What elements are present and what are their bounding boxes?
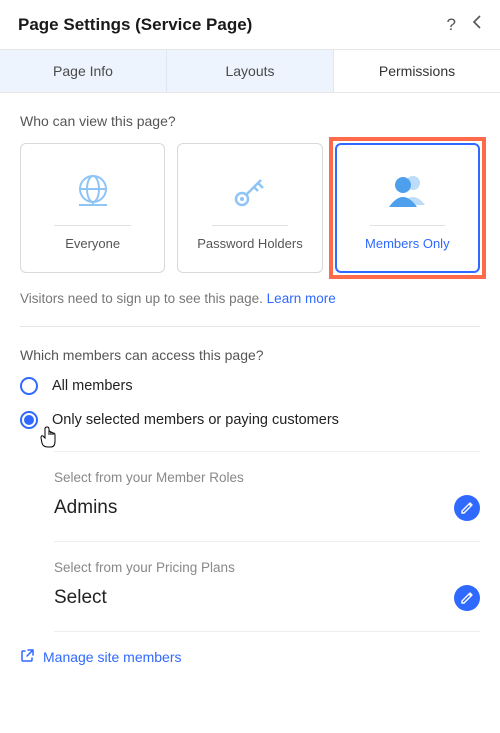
back-icon[interactable] xyxy=(472,14,482,35)
option-members-only[interactable]: Members Only xyxy=(335,143,480,273)
tabs: Page Info Layouts Permissions xyxy=(0,49,500,93)
option-members-label: Members Only xyxy=(365,236,450,251)
help-icon[interactable]: ? xyxy=(447,15,456,35)
access-question: Which members can access this page? xyxy=(20,347,480,363)
key-icon xyxy=(228,165,272,217)
globe-icon xyxy=(71,165,115,217)
header-actions: ? xyxy=(447,14,482,35)
members-icon xyxy=(383,165,431,217)
radio-selected-members[interactable]: Only selected members or paying customer… xyxy=(20,411,480,429)
radio-all-members[interactable]: All members xyxy=(20,377,480,395)
pencil-icon xyxy=(460,501,474,515)
tab-layouts[interactable]: Layouts xyxy=(167,50,334,92)
divider xyxy=(20,326,480,327)
view-options: Everyone Password Holders xyxy=(20,143,480,273)
edit-roles-button[interactable] xyxy=(454,495,480,521)
tab-permissions[interactable]: Permissions xyxy=(334,50,500,92)
option-everyone[interactable]: Everyone xyxy=(20,143,165,273)
roles-value: Admins xyxy=(54,497,117,519)
pencil-icon xyxy=(460,591,474,605)
learn-more-link[interactable]: Learn more xyxy=(267,291,336,306)
external-link-icon xyxy=(20,648,35,666)
plans-label: Select from your Pricing Plans xyxy=(54,560,480,575)
page-header: Page Settings (Service Page) ? xyxy=(0,0,500,49)
manage-label: Manage site members xyxy=(43,649,182,665)
view-helper: Visitors need to sign up to see this pag… xyxy=(20,291,480,306)
radio-selected-label: Only selected members or paying customer… xyxy=(52,412,339,428)
radio-icon xyxy=(20,377,38,395)
radio-all-label: All members xyxy=(52,378,133,394)
plans-value: Select xyxy=(54,587,107,609)
radio-icon xyxy=(20,411,38,429)
view-question: Who can view this page? xyxy=(20,113,480,129)
option-password-label: Password Holders xyxy=(197,236,303,251)
roles-label: Select from your Member Roles xyxy=(54,470,480,485)
page-title: Page Settings (Service Page) xyxy=(18,15,252,35)
helper-text: Visitors need to sign up to see this pag… xyxy=(20,291,267,306)
option-everyone-label: Everyone xyxy=(65,236,120,251)
option-password[interactable]: Password Holders xyxy=(177,143,322,273)
manage-site-members-link[interactable]: Manage site members xyxy=(20,632,480,666)
edit-plans-button[interactable] xyxy=(454,585,480,611)
tab-page-info[interactable]: Page Info xyxy=(0,50,167,92)
